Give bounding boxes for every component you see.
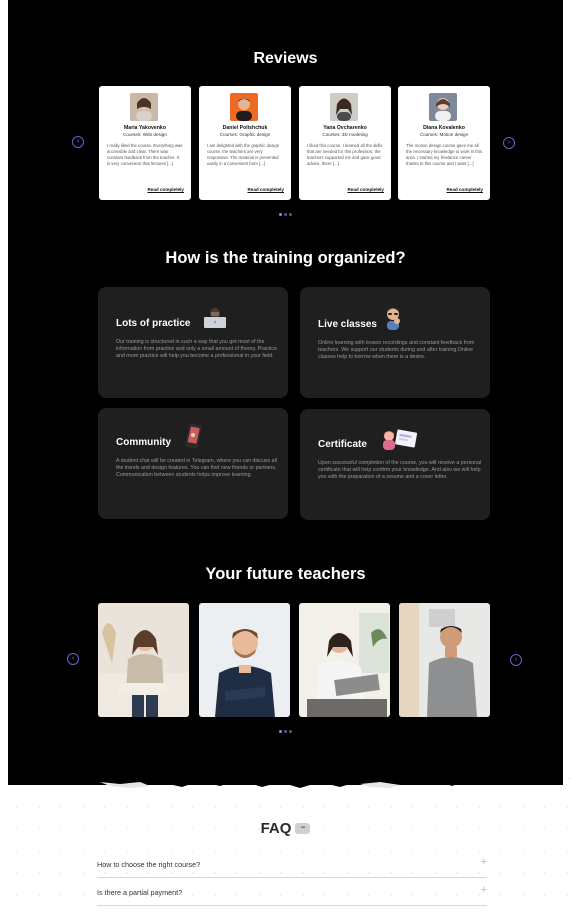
- review-card: Yana Ovcharenko Courses: 3D modeling I l…: [299, 86, 391, 200]
- reviewer-course: Courses: Web design: [123, 132, 167, 137]
- pagination-dot[interactable]: [279, 213, 282, 216]
- faq-item[interactable]: How to choose the right course? +: [97, 856, 487, 878]
- review-text: The motion design course gave me all the…: [406, 143, 482, 166]
- chevron-right-icon: ›: [514, 656, 518, 663]
- pagination-dot[interactable]: [279, 730, 282, 733]
- reviewer-course: Courses: Graphic design: [219, 132, 271, 137]
- phone-chat-icon: [182, 422, 204, 455]
- training-card-desc: Our training is structured in such a way…: [116, 339, 277, 359]
- teachers-pagination: [0, 730, 571, 733]
- pagination-dot[interactable]: [289, 213, 292, 216]
- reviews-prev-button[interactable]: ‹: [72, 136, 84, 148]
- teachers-next-button[interactable]: ›: [510, 654, 522, 666]
- training-card-title: Lots of practice: [116, 318, 191, 329]
- certificate-icon: [380, 427, 420, 456]
- reviewer-name: Maria Yakovenko: [123, 125, 166, 131]
- thinking-person-icon: [383, 306, 403, 335]
- training-card-desc: Online learning with lesson recordings a…: [318, 340, 475, 360]
- faq-item[interactable]: Is there a partial payment? +: [97, 884, 487, 906]
- plus-icon[interactable]: +: [481, 884, 487, 896]
- read-completely-link[interactable]: Read completely: [247, 187, 284, 192]
- reviews-pagination: [0, 213, 571, 216]
- avatar: [230, 93, 258, 121]
- training-card: Lots of practice Our training is structu…: [98, 287, 288, 398]
- training-card-title: Community: [116, 437, 171, 448]
- teacher-photo[interactable]: [98, 603, 189, 717]
- training-card: Community A student chat will be created…: [98, 408, 288, 519]
- reviews-next-button[interactable]: ›: [503, 137, 515, 149]
- reviewer-course: Courses: 3D modeling: [322, 132, 368, 137]
- review-text: I really liked the course. Everything wa…: [107, 143, 183, 166]
- review-card: Diana Kovalenko Courses: Motion design T…: [398, 86, 490, 200]
- read-completely-link[interactable]: Read completely: [347, 187, 384, 192]
- training-card-title: Live classes: [318, 319, 377, 330]
- avatar: [330, 93, 358, 121]
- teacher-photo[interactable]: [199, 603, 290, 717]
- training-card-desc: A student chat will be created in Telegr…: [116, 458, 277, 478]
- plus-icon[interactable]: +: [481, 856, 487, 868]
- reviewer-course: Courses: Motion design: [419, 132, 469, 137]
- training-title: How is the training organized?: [165, 249, 406, 267]
- teachers-title: Your future teachers: [205, 565, 366, 583]
- teacher-photo[interactable]: [299, 603, 390, 717]
- training-card: Certificate Upon successful completion o…: [300, 409, 490, 520]
- read-completely-link[interactable]: Read completely: [147, 187, 184, 192]
- training-card-title: Certificate: [318, 439, 367, 450]
- review-card: Daniel Polishchuk Courses: Graphic desig…: [199, 86, 291, 200]
- avatar: [429, 93, 457, 121]
- chevron-left-icon: ‹: [76, 138, 80, 145]
- read-completely-link[interactable]: Read completely: [446, 187, 483, 192]
- faq-question: Is there a partial payment?: [97, 888, 183, 897]
- reviews-title: Reviews: [253, 50, 318, 67]
- faq-title: FAQ: [260, 820, 292, 837]
- review-text: I liked this course. I learned all the s…: [307, 143, 383, 166]
- reviewer-name: Daniel Polishchuk: [222, 125, 268, 131]
- training-card: Live classes Online learning with lesson…: [300, 287, 490, 398]
- teacher-photo[interactable]: [399, 603, 490, 717]
- pagination-dot[interactable]: [284, 213, 287, 216]
- review-text: I am delighted with the graphic design c…: [207, 143, 280, 166]
- reviewer-name: Diana Kovalenko: [423, 125, 465, 131]
- laptop-person-icon: [202, 307, 228, 334]
- chat-bubble-icon: [295, 822, 311, 834]
- faq-heading: FAQ: [0, 820, 571, 837]
- teachers-prev-button[interactable]: ‹: [67, 653, 79, 665]
- faq-question: How to choose the right course?: [97, 860, 201, 869]
- training-card-desc: Upon successful completion of the course…: [318, 460, 482, 480]
- pagination-dot[interactable]: [284, 730, 287, 733]
- pagination-dot[interactable]: [289, 730, 292, 733]
- review-card: Maria Yakovenko Courses: Web design I re…: [99, 86, 191, 200]
- reviewer-name: Yana Ovcharenko: [323, 125, 367, 131]
- avatar: [130, 93, 158, 121]
- chevron-left-icon: ‹: [71, 655, 75, 662]
- chevron-right-icon: ›: [507, 139, 511, 146]
